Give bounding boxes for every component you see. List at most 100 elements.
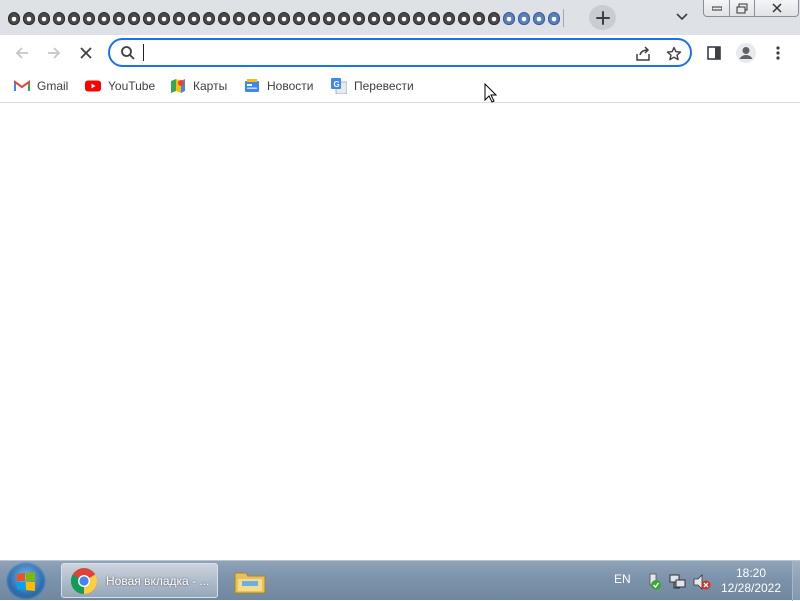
tab-favicon-icon [7,11,20,25]
browser-tab[interactable] [441,7,456,29]
bookmark-translate[interactable]: G Перевести [331,76,414,96]
more-vert-icon [776,46,780,60]
browser-tab[interactable] [306,7,321,29]
browser-tab[interactable] [261,7,276,29]
tab-favicon-icon [337,11,350,25]
browser-tab[interactable] [321,7,336,29]
browser-tab[interactable] [486,7,501,29]
minimize-button[interactable] [703,0,730,17]
close-window-button[interactable] [755,0,799,17]
mouse-cursor-icon [484,83,498,103]
browser-tab[interactable] [531,7,546,29]
share-button[interactable] [633,44,653,64]
browser-tab[interactable] [36,7,51,29]
action-center-icon[interactable] [645,573,663,591]
browser-tab[interactable] [291,7,306,29]
minimize-icon [711,6,722,11]
browser-tab[interactable] [456,7,471,29]
tab-search-button[interactable] [672,8,692,26]
tab-favicon-icon [517,11,530,25]
browser-tab[interactable] [276,7,291,29]
stop-loading-button[interactable] [73,40,99,66]
network-icon[interactable] [669,573,687,591]
tab-favicon-icon [367,11,380,25]
browser-tab[interactable] [201,7,216,29]
tab-favicon-icon [397,11,410,25]
browser-tab[interactable] [81,7,96,29]
tab-favicon-icon [97,11,110,25]
tab-favicon-icon [322,11,335,25]
profile-button[interactable] [734,41,758,65]
bookmark-label: YouTube [108,79,156,93]
browser-tab[interactable] [6,7,21,29]
browser-tab[interactable] [396,7,411,29]
tab-favicon-icon [352,11,365,25]
bookmark-gmail[interactable]: Gmail [14,76,68,96]
taskbar-explorer[interactable] [228,563,272,598]
address-bar[interactable] [108,38,692,67]
tab-separator [563,9,564,27]
chevron-down-icon [676,13,688,21]
show-desktop-button[interactable] [792,561,800,601]
browser-toolbar [0,35,800,70]
browser-tab[interactable] [156,7,171,29]
browser-tab[interactable] [111,7,126,29]
browser-tab[interactable] [231,7,246,29]
tab-favicon-icon [442,11,455,25]
tab-favicon-icon [262,11,275,25]
browser-tab[interactable] [516,7,531,29]
bookmark-youtube[interactable]: YouTube [85,76,155,96]
browser-tab[interactable] [411,7,426,29]
browser-tab[interactable] [351,7,366,29]
tab-favicon-icon [142,11,155,25]
forward-button[interactable] [41,40,67,66]
youtube-icon [85,78,101,94]
tab-favicon-icon [487,11,500,25]
browser-tab[interactable] [51,7,66,29]
browser-tab[interactable] [216,7,231,29]
browser-tab[interactable] [336,7,351,29]
browser-tab[interactable] [21,7,36,29]
browser-tab[interactable] [246,7,261,29]
windows-logo-icon [17,572,35,591]
browser-tab[interactable] [141,7,156,29]
tab-favicon-icon [292,11,305,25]
bookmarks-bar: Gmail YouTube Карты Новости G Перевести [0,70,800,103]
menu-button[interactable] [766,41,790,65]
new-tab-button[interactable] [589,5,616,30]
system-clock[interactable]: 18:20 12/28/2022 [716,566,786,596]
bookmark-star-button[interactable] [664,44,684,64]
side-panel-button[interactable] [702,41,726,65]
restore-button[interactable] [730,0,755,17]
back-button[interactable] [9,40,35,66]
browser-tab[interactable] [501,7,516,29]
taskbar-window-title: Новая вкладка - ... [106,574,210,588]
browser-tab[interactable] [186,7,201,29]
taskbar-chrome-window[interactable]: Новая вкладка - ... [61,563,218,598]
browser-tab[interactable] [66,7,81,29]
language-indicator[interactable]: EN [614,572,631,586]
tab-favicon-icon [427,11,440,25]
arrow-right-icon [48,47,61,59]
browser-tab[interactable] [126,7,141,29]
restore-icon [736,3,748,13]
tab-favicon-icon [532,11,545,25]
plus-icon [595,10,610,25]
browser-tab[interactable] [381,7,396,29]
bookmark-news[interactable]: Новости [244,76,313,96]
browser-tab[interactable] [96,7,111,29]
browser-tab[interactable] [171,7,186,29]
star-icon [666,46,682,61]
browser-tab[interactable] [366,7,381,29]
bookmark-label: Gmail [37,79,69,93]
gmail-icon [14,78,30,94]
profile-icon [736,43,756,63]
volume-muted-icon[interactable] [693,573,711,591]
browser-tab[interactable] [471,7,486,29]
start-button[interactable] [6,562,46,600]
browser-tab[interactable] [546,7,561,29]
tab-favicon-icon [82,11,95,25]
address-input[interactable] [144,43,614,63]
bookmark-maps[interactable]: Карты [170,76,227,96]
browser-tab[interactable] [426,7,441,29]
